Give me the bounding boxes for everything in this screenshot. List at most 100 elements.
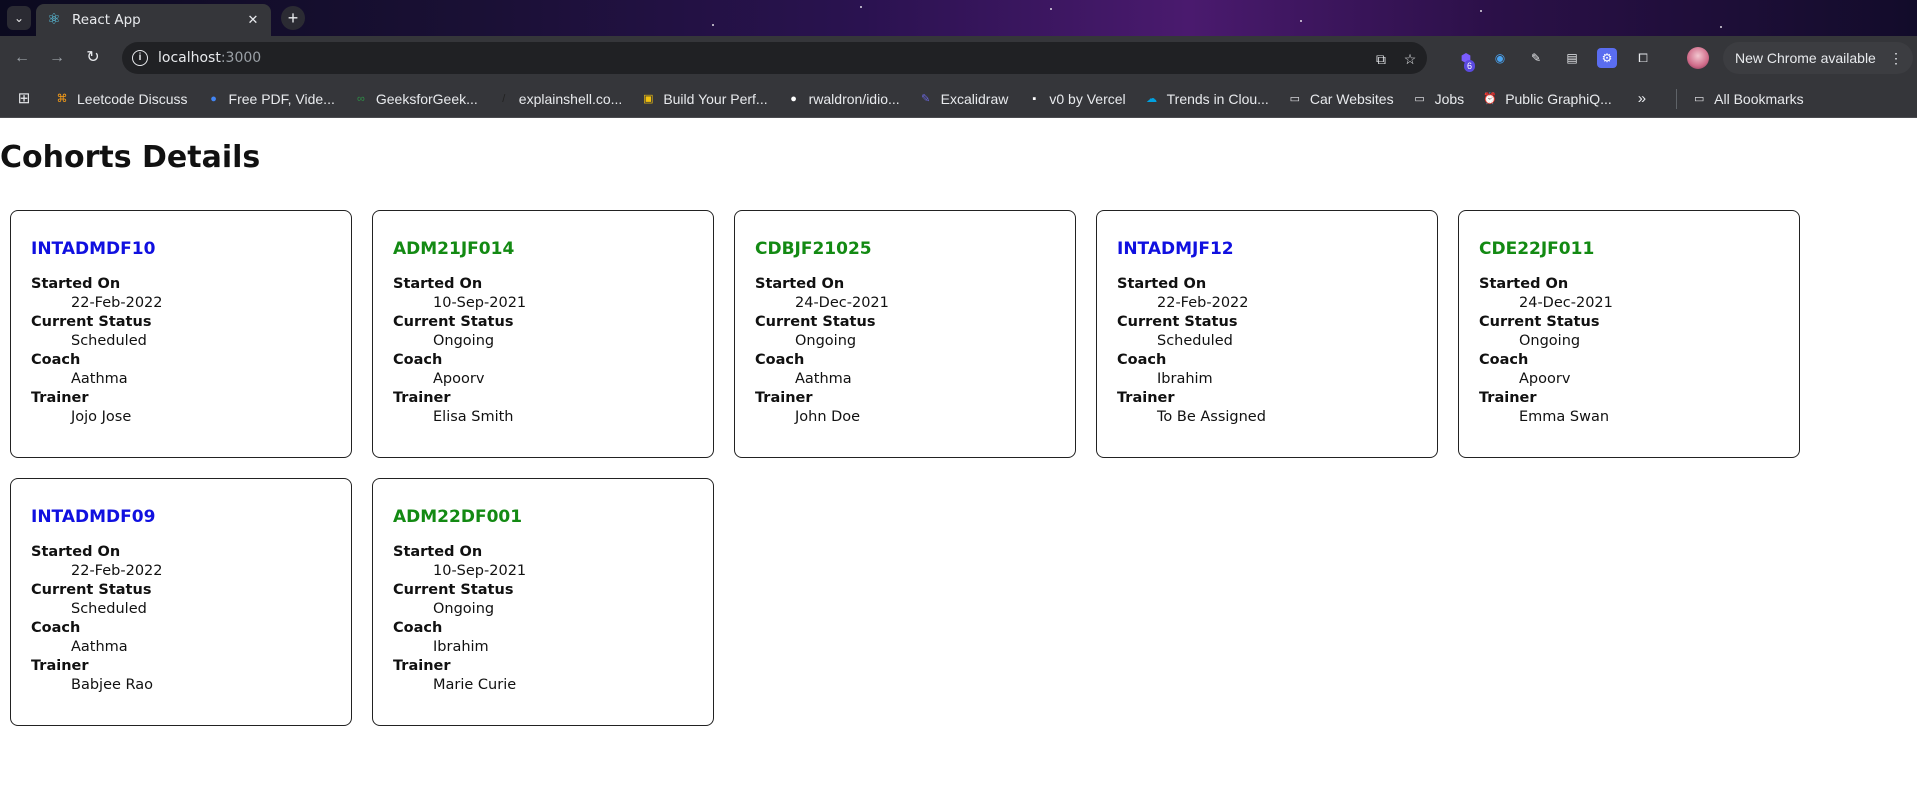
current-status-value: Ongoing (1519, 333, 1581, 349)
current-status-label: Current Status (31, 314, 152, 330)
apps-grid-icon[interactable]: ⊞ (14, 89, 34, 109)
cohort-code: CDE22JF011 (1479, 239, 1595, 259)
bookmark-label: Trends in Clou... (1166, 90, 1269, 107)
cohort-code: ADM21JF014 (393, 239, 515, 259)
current-status-label: Current Status (393, 582, 514, 598)
bookmark-list: ⌘ Leetcode Discuss ● Free PDF, Vide... ∞ Geek… (54, 91, 1630, 107)
reload-button[interactable]: ↻ (81, 46, 105, 70)
extension-settings-icon[interactable]: ⚙ (1597, 48, 1617, 68)
coach-value: Aathma (795, 371, 852, 387)
trainer-value: Jojo Jose (71, 409, 132, 425)
bookmark-label: rwaldron/idio... (808, 90, 900, 107)
url-host: localhost (158, 50, 221, 66)
trainer-label: Trainer (1479, 390, 1537, 406)
eyedropper-icon[interactable]: ✎ (1526, 48, 1546, 68)
github-icon: ● (790, 92, 797, 105)
chrome-update-button[interactable]: New Chrome available ⋮ (1723, 42, 1913, 74)
extension-shield-icon[interactable]: ◉ (1490, 48, 1510, 68)
close-icon[interactable]: ✕ (245, 12, 261, 28)
info-icon[interactable]: i (132, 50, 148, 66)
globe-icon: ● (210, 92, 217, 105)
address-bar[interactable]: i localhost:3000 ⧉ ☆ (122, 42, 1427, 74)
cohort-card: CDBJF21025 Started On 24-Dec-2021 Current S… (734, 210, 1076, 458)
bookmark-star-icon[interactable]: ☆ (1401, 50, 1419, 68)
bookmark-item[interactable]: ▣ Build Your Perf... (640, 90, 768, 107)
bookmark-item[interactable]: ⏰ Public GraphiQ... (1482, 91, 1611, 107)
v0-icon: ▪ (1032, 92, 1037, 105)
install-app-icon[interactable]: ⧉ (1372, 50, 1390, 68)
star-decoration (1300, 20, 1302, 22)
bookmarks-bar: ⊞ ⌘ Leetcode Discuss ● Free PDF, Vide... ∞ Ge… (0, 80, 1917, 118)
extensions-puzzle-icon[interactable]: ⧠ (1633, 48, 1653, 68)
tab-search-button[interactable]: ⌄ (7, 6, 31, 30)
cohort-code: INTADMDF10 (31, 239, 156, 259)
tab-title: React App (72, 12, 141, 28)
trainer-label: Trainer (755, 390, 813, 406)
cohort-card: INTADMDF09 Started On 22-Feb-2022 Current S… (10, 478, 352, 726)
current-status-label: Current Status (1117, 314, 1238, 330)
bookmark-item[interactable]: ▪ v0 by Vercel (1026, 91, 1125, 107)
tab-react-app[interactable]: ⚛ React App ✕ (36, 4, 271, 36)
kebab-menu-icon[interactable]: ⋮ (1889, 50, 1903, 67)
back-button[interactable]: ← (10, 46, 34, 70)
double-chevron-right-icon[interactable]: » (1638, 90, 1646, 107)
star-decoration (1050, 8, 1052, 10)
bookmark-item[interactable]: ▭ Jobs (1412, 91, 1464, 107)
coach-label: Coach (393, 620, 443, 636)
bookmark-item[interactable]: ● Free PDF, Vide... (206, 91, 335, 107)
trainer-value: Marie Curie (433, 677, 517, 693)
started-on-value: 22-Feb-2022 (1157, 295, 1249, 311)
bookmark-item[interactable]: ▭ Car Websites (1287, 91, 1394, 107)
bookmark-item[interactable]: / explainshell.co... (496, 91, 622, 107)
build-icon: ▣ (643, 92, 654, 105)
trainer-label: Trainer (31, 658, 89, 674)
trainer-label: Trainer (393, 658, 451, 674)
started-on-value: 10-Sep-2021 (433, 563, 527, 579)
react-icon: ⚛ (47, 11, 61, 28)
app-page: Cohorts Details INTADMDF10 Started On 22-F… (0, 118, 1917, 789)
current-status-value: Scheduled (71, 601, 147, 617)
chevron-down-icon: ⌄ (13, 11, 25, 25)
profile-avatar[interactable] (1687, 47, 1709, 69)
current-status-value: Scheduled (1157, 333, 1233, 349)
coach-label: Coach (393, 352, 443, 368)
bookmark-label: Build Your Perf... (663, 90, 768, 107)
bookmark-item[interactable]: ☁ Trends in Clou... (1144, 91, 1269, 107)
page-title: Cohorts Details (0, 140, 261, 175)
current-status-value: Scheduled (71, 333, 147, 349)
started-on-label: Started On (393, 276, 483, 292)
cohort-card: CDE22JF011 Started On 24-Dec-2021 Current S… (1458, 210, 1800, 458)
bookmark-item[interactable]: ∞ GeeksforGeek... (353, 91, 478, 107)
bookmark-item[interactable]: ✎ Excalidraw (918, 91, 1008, 107)
trainer-value: Elisa Smith (433, 409, 514, 425)
started-on-label: Started On (31, 544, 121, 560)
star-decoration (1480, 10, 1482, 12)
star-decoration (1720, 26, 1722, 28)
cohort-code: CDBJF21025 (755, 239, 872, 259)
arrow-left-icon: ← (14, 49, 30, 66)
current-status-label: Current Status (1479, 314, 1600, 330)
trainer-label: Trainer (393, 390, 451, 406)
bookmark-label: GeeksforGeek... (375, 90, 478, 107)
all-bookmarks-button[interactable]: ▭ All Bookmarks (1691, 90, 1804, 107)
current-status-label: Current Status (31, 582, 152, 598)
started-on-value: 10-Sep-2021 (433, 295, 527, 311)
coach-value: Aathma (71, 639, 128, 655)
trainer-value: To Be Assigned (1157, 409, 1266, 425)
current-status-value: Ongoing (433, 601, 495, 617)
started-on-label: Started On (1479, 276, 1569, 292)
new-tab-button[interactable]: + (281, 6, 305, 30)
bookmark-item[interactable]: ⌘ Leetcode Discuss (54, 91, 188, 107)
bookmark-label: v0 by Vercel (1049, 90, 1126, 107)
bookmark-label: Car Websites (1309, 90, 1394, 107)
folder-icon: ▭ (1693, 92, 1705, 105)
cohort-code: INTADMJF12 (1117, 239, 1234, 259)
trainer-label: Trainer (31, 390, 89, 406)
all-bookmarks-label: All Bookmarks (1714, 90, 1804, 107)
cohort-card-list: INTADMDF10 Started On 22-Feb-2022 Current S… (10, 210, 1810, 726)
current-status-value: Ongoing (795, 333, 857, 349)
forward-button[interactable]: → (45, 46, 69, 70)
bookmark-item[interactable]: ● rwaldron/idio... (786, 90, 900, 107)
coach-label: Coach (1117, 352, 1167, 368)
tab-manager-icon[interactable]: ▤ (1562, 48, 1582, 68)
